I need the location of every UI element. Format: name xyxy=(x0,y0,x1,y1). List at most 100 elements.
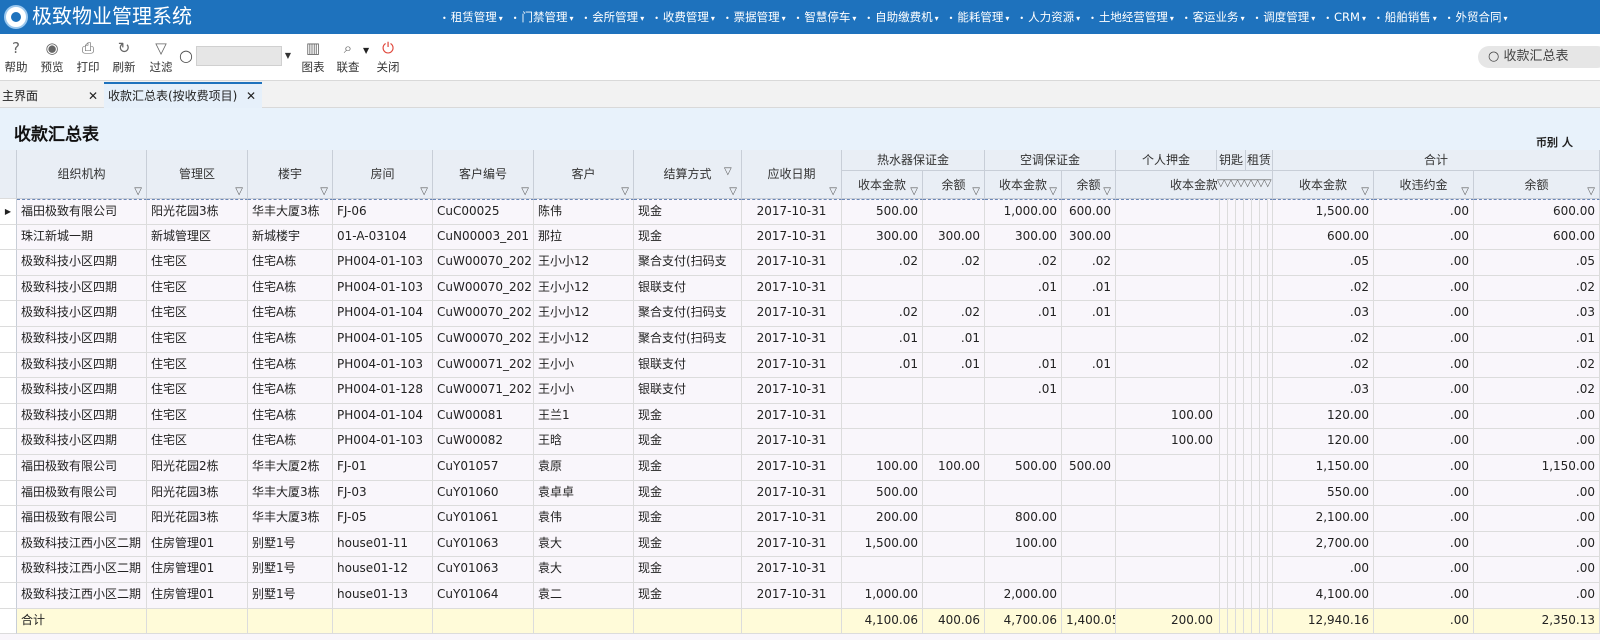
nav-item[interactable]: • 租赁管理 ▾ xyxy=(440,9,503,25)
filter-icon[interactable]: ▽ xyxy=(1461,178,1469,199)
row-indicator[interactable] xyxy=(0,250,17,276)
column-header[interactable]: 房间 ▽ xyxy=(333,150,433,199)
filter-icon[interactable]: ▽ xyxy=(829,167,837,198)
row-indicator[interactable] xyxy=(0,327,17,353)
toolbar-print-button[interactable]: ⎙ 打印 xyxy=(74,39,102,75)
table-row[interactable]: 极致科技小区四期 住宅区 住宅A栋 PH004-01-103 CuW00070_202 王… xyxy=(0,250,1600,276)
close-icon[interactable]: ✕ xyxy=(246,84,256,108)
nav-item[interactable]: • 自助缴费机 ▾ xyxy=(864,9,938,25)
search-icon[interactable]: ○ xyxy=(179,46,193,65)
table-row[interactable]: ▶ 福田极致有限公司 阳光花园3栋 华丰大厦3栋 FJ-06 CuC00025 陈伟 现金 20… xyxy=(0,199,1600,225)
close-icon[interactable]: ✕ xyxy=(88,84,98,108)
row-indicator[interactable] xyxy=(0,224,17,251)
nav-item[interactable]: • 客运业务 ▾ xyxy=(1182,9,1245,25)
column-header[interactable]: 客户编号 ▽ xyxy=(433,150,534,199)
filter-icon[interactable]: ▽ xyxy=(320,167,328,198)
toolbar-refresh-button[interactable]: ↻ 刷新 xyxy=(110,39,138,75)
filter-icon[interactable]: ▽ xyxy=(1361,178,1369,199)
column-header[interactable]: 楼宇 ▽ xyxy=(248,150,333,199)
filter-icon[interactable]: ▽ xyxy=(972,178,980,199)
table-row[interactable]: 福田极致有限公司 阳光花园2栋 华丰大厦2栋 FJ-01 CuY01057 袁原 现金 201… xyxy=(0,455,1600,481)
filter-icon[interactable]: ▽ xyxy=(420,167,428,198)
row-indicator[interactable] xyxy=(0,480,17,507)
column-header[interactable]: 收违约金 ▽ xyxy=(1374,171,1474,199)
table-cell: 住宅区 xyxy=(147,250,248,276)
column-divider xyxy=(1219,429,1220,455)
table-row[interactable]: 极致科技小区四期 住宅区 住宅A栋 PH004-01-103 CuW00082 王晗 现金 2… xyxy=(0,429,1600,455)
nav-item[interactable]: • CRM ▾ xyxy=(1323,10,1366,24)
column-header[interactable]: 收本金款▽ xyxy=(842,171,923,199)
tab-collection-summary[interactable]: 收款汇总表(按收费项目) ✕ xyxy=(104,82,262,108)
table-row[interactable]: 极致科技江西小区二期 住房管理01 别墅1号 house01-13 CuY01064 袁二… xyxy=(0,583,1600,609)
row-indicator[interactable] xyxy=(0,557,17,583)
toolbar-chart-button[interactable]: ▥ 图表 xyxy=(299,39,327,75)
row-indicator[interactable] xyxy=(0,378,17,404)
row-indicator[interactable] xyxy=(0,429,17,455)
search-input[interactable] xyxy=(196,46,282,66)
search-dropdown-icon[interactable]: ▼ xyxy=(282,46,294,66)
filter-icon[interactable]: ▽ xyxy=(1587,178,1595,199)
filter-icon[interactable]: ▽ xyxy=(134,167,142,198)
table-row[interactable]: 珠江新城一期 新城管理区 新城楼宇 01-A-03104 CuN00003_201 那拉现… xyxy=(0,224,1600,251)
filter-icon[interactable]: ▽ xyxy=(1049,178,1057,199)
table-row[interactable]: 极致科技小区四期 住宅区 住宅A栋 PH004-01-128 CuW00071_202 王… xyxy=(0,378,1600,404)
toolbar-power-button[interactable]: ⏻ 关闭 xyxy=(374,39,402,75)
toolbar-filter-button[interactable]: ▽ 过滤 xyxy=(147,39,175,75)
row-indicator[interactable] xyxy=(0,506,17,532)
column-header[interactable]: 余额 ▽ xyxy=(1062,171,1116,199)
column-header[interactable]: 管理区 ▽ xyxy=(147,150,248,199)
nav-item[interactable]: • 会所管理 ▾ xyxy=(581,9,644,25)
filter-icon[interactable]: ▽ xyxy=(910,178,918,199)
table-cell: .01 xyxy=(842,352,923,379)
filter-icon[interactable]: ▽▽▽▽▽▽▽▽ xyxy=(1217,178,1272,189)
total-row[interactable]: 合计 4,100.06 400.06 4,700.06 1,400.05 200.00 12… xyxy=(0,608,1600,635)
table-row[interactable]: 极致科技小区四期 住宅区 住宅A栋 PH004-01-105 CuW00070_202 王… xyxy=(0,327,1600,353)
nav-item[interactable]: • 收费管理 ▾ xyxy=(652,9,715,25)
table-row[interactable]: 福田极致有限公司 阳光花园3栋 华丰大厦3栋 FJ-05 CuY01061 袁伟 现金 201… xyxy=(0,506,1600,532)
nav-item[interactable]: • 调度管理 ▾ xyxy=(1253,9,1316,25)
nav-item[interactable]: • 能耗管理 ▾ xyxy=(947,9,1010,25)
column-header[interactable]: 余额 ▽ xyxy=(923,171,985,199)
column-header[interactable]: 应收日期 ▽ xyxy=(742,150,842,199)
nav-item[interactable]: • 票据管理 ▾ xyxy=(723,9,786,25)
filter-icon[interactable]: ▽ xyxy=(621,167,629,198)
column-divider xyxy=(1243,224,1244,251)
column-header[interactable]: 收本金款▽ xyxy=(1273,171,1374,199)
nav-item[interactable]: • 门禁管理 ▾ xyxy=(511,9,574,25)
row-indicator[interactable] xyxy=(0,531,17,558)
column-header[interactable]: 客户 ▽ xyxy=(534,150,634,199)
table-row[interactable]: 极致科技江西小区二期 住房管理01 别墅1号 house01-11 CuY01063 袁大… xyxy=(0,531,1600,558)
row-indicator[interactable] xyxy=(0,455,17,481)
row-indicator[interactable] xyxy=(0,583,17,609)
table-row[interactable]: 极致科技江西小区二期 住房管理01 别墅1号 house01-12 CuY01063 袁大… xyxy=(0,557,1600,583)
lookup-dropdown-icon[interactable]: ▼ xyxy=(363,46,369,55)
filter-icon[interactable]: ▽ xyxy=(1103,178,1111,199)
column-header[interactable]: 收本金款▽ xyxy=(985,171,1062,199)
table-row[interactable]: 极致科技小区四期 住宅区 住宅A栋 PH004-01-103 CuW00071_202 王… xyxy=(0,352,1600,379)
toolbar-help-button[interactable]: ? 帮助 xyxy=(2,39,30,75)
table-row[interactable]: 福田极致有限公司 阳光花园3栋 华丰大厦3栋 FJ-03 CuY01060 袁卓卓 现金 20… xyxy=(0,480,1600,507)
row-indicator[interactable] xyxy=(0,403,17,430)
nav-item[interactable]: • 土地经营管理 ▾ xyxy=(1088,9,1174,25)
table-row[interactable]: 极致科技小区四期 住宅区 住宅A栋 PH004-01-104 CuW00070_202 王… xyxy=(0,301,1600,327)
row-indicator[interactable] xyxy=(0,301,17,327)
row-indicator[interactable] xyxy=(0,352,17,379)
column-header[interactable]: 余额 ▽ xyxy=(1474,171,1600,199)
filter-icon[interactable]: ▽ xyxy=(521,167,529,198)
toolbar-preview-button[interactable]: ◉ 预览 xyxy=(38,39,66,75)
column-header[interactable]: 组织机构 ▽ xyxy=(17,150,147,199)
tab-main[interactable]: 主界面 ✕ xyxy=(0,84,104,108)
table-row[interactable]: 极致科技小区四期 住宅区 住宅A栋 PH004-01-103 CuW00070_202 王… xyxy=(0,275,1600,302)
row-indicator[interactable] xyxy=(0,275,17,302)
nav-item[interactable]: • 外贸合同 ▾ xyxy=(1445,9,1508,25)
filter-icon[interactable]: ▽ xyxy=(235,167,243,198)
row-indicator[interactable]: ▶ xyxy=(0,199,17,225)
nav-item[interactable]: • 智慧停车 ▾ xyxy=(794,9,857,25)
table-row[interactable]: 极致科技小区四期 住宅区 住宅A栋 PH004-01-104 CuW00081 王兰1 现金… xyxy=(0,403,1600,430)
nav-item[interactable]: • 船舶销售 ▾ xyxy=(1374,9,1437,25)
table-cell: 银联支付 xyxy=(634,275,742,302)
filter-icon[interactable]: ▽ xyxy=(724,166,732,177)
quick-search[interactable]: ○ 收款汇总表 xyxy=(1478,46,1600,68)
toolbar-lookup-button[interactable]: ⌕ 联查 xyxy=(334,39,362,75)
nav-item[interactable]: • 人力资源 ▾ xyxy=(1017,9,1080,25)
